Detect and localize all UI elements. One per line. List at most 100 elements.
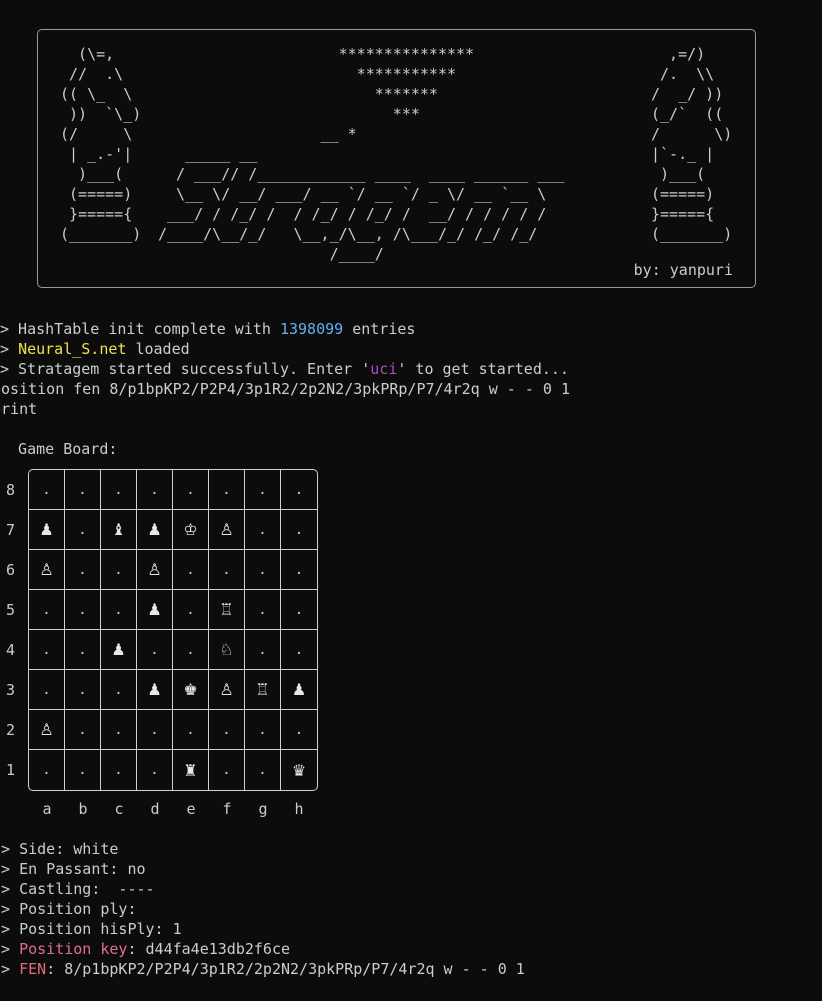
rank-label: 3 <box>6 681 16 699</box>
empty-square-dot: . <box>114 561 123 578</box>
board-square-f4: ♘ <box>209 630 245 670</box>
board-square-d6: ♙ <box>137 550 173 590</box>
position-key-line: -> Position key: d44fa4e13db2f6ce <box>0 939 290 959</box>
board-square-e7: ♔ <box>173 510 209 550</box>
chess-piece-icon: ♙ <box>39 560 54 579</box>
board-square-a2: ♙ <box>29 710 65 750</box>
board-square-h8: . <box>281 470 317 510</box>
chess-piece-icon: ♟ <box>147 520 162 539</box>
board-square-h7: . <box>281 510 317 550</box>
empty-square-dot: . <box>78 681 87 698</box>
rank-label: 8 <box>6 481 16 499</box>
board-square-a8: . <box>29 470 65 510</box>
network-prefix: > <box>0 340 19 358</box>
board-square-d8: . <box>137 470 173 510</box>
hashtable-text: > HashTable init complete with <box>0 320 280 338</box>
empty-square-dot: . <box>186 641 195 658</box>
board-square-h2: . <box>281 710 317 750</box>
board-square-d4: . <box>137 630 173 670</box>
board-square-b4: . <box>65 630 101 670</box>
board-square-e2: . <box>173 710 209 750</box>
board-square-a7: ♟ <box>29 510 65 550</box>
network-filename: Neural_S.net <box>18 340 127 358</box>
file-label: d <box>150 800 160 818</box>
hisply-line: -> Position hisPly: 1 <box>0 920 182 938</box>
board-square-g3: ♖ <box>245 670 281 710</box>
empty-square-dot: . <box>186 601 195 618</box>
empty-square-dot: . <box>78 762 87 778</box>
empty-square-dot: . <box>186 481 195 498</box>
empty-square-dot: . <box>222 561 231 578</box>
chess-piece-icon: ♙ <box>147 560 162 579</box>
knight-art-right: ,=/) /. \\ / _/ )) (_/` (( / \) |`-._ | … <box>651 45 733 243</box>
board-square-c6: . <box>101 550 137 590</box>
network-line: > Neural_S.net loaded <box>0 339 190 359</box>
board-square-g7: . <box>245 510 281 550</box>
board-square-d7: ♟ <box>137 510 173 550</box>
entry-count: 1398099 <box>279 320 344 338</box>
board-square-b3: . <box>65 670 101 710</box>
board-square-h6: . <box>281 550 317 590</box>
empty-square-dot: . <box>258 601 267 618</box>
chess-piece-icon: ♟ <box>147 680 162 699</box>
board-square-f3: ♙ <box>209 670 245 710</box>
board-square-d1: . <box>137 750 173 790</box>
chess-piece-icon: ♖ <box>255 680 270 699</box>
board-square-e8: . <box>173 470 209 510</box>
empty-square-dot: . <box>222 481 231 498</box>
empty-square-dot: . <box>42 762 51 778</box>
board-square-a5: . <box>29 590 65 630</box>
started-suffix: ' to get started... <box>397 360 569 378</box>
chess-piece-icon: ♙ <box>219 680 234 699</box>
empty-square-dot: . <box>258 521 267 538</box>
started-text: > Stratagem started successfully. Enter … <box>0 360 371 378</box>
knight-art-left: (\=, // .\ (( \_ \ )) `\_) (/ \ | _.-'| … <box>60 45 142 243</box>
hashtable-line: > HashTable init complete with 1398099 e… <box>0 319 415 339</box>
empty-square-dot: . <box>294 601 304 618</box>
empty-square-dot: . <box>258 561 267 578</box>
empty-square-dot: . <box>150 762 159 778</box>
empty-square-dot: . <box>114 601 123 618</box>
fen-prefix: -> <box>0 960 11 978</box>
board-square-d2: . <box>137 710 173 750</box>
rank-label: 5 <box>6 601 16 619</box>
ply-line: -> Position ply: <box>0 900 137 918</box>
board-square-d3: ♟ <box>137 670 173 710</box>
board-title: Game Board: <box>0 440 118 458</box>
chess-piece-icon: ♟ <box>111 640 126 659</box>
rank-label: 7 <box>6 521 16 539</box>
board-square-f8: . <box>209 470 245 510</box>
chess-piece-icon: ♝ <box>111 520 126 539</box>
board-square-e5: . <box>173 590 209 630</box>
empty-square-dot: . <box>186 721 195 738</box>
board-square-b2: . <box>65 710 101 750</box>
empty-square-dot: . <box>258 762 267 778</box>
board-square-f7: ♙ <box>209 510 245 550</box>
board-square-e1: ♜ <box>173 750 209 790</box>
file-label: g <box>258 800 268 818</box>
file-label: a <box>42 800 52 818</box>
chess-piece-icon: ♟ <box>39 520 54 539</box>
empty-square-dot: . <box>258 641 267 658</box>
board-square-b5: . <box>65 590 101 630</box>
empty-square-dot: . <box>294 641 304 658</box>
board-square-h1: ♛ <box>281 750 317 790</box>
board-square-g1: . <box>245 750 281 790</box>
chess-piece-icon: ♘ <box>219 640 234 659</box>
network-suffix: loaded <box>126 340 190 358</box>
board-square-f1: . <box>209 750 245 790</box>
chess-piece-icon: ♟ <box>291 680 307 699</box>
empty-square-dot: . <box>114 681 123 698</box>
empty-square-dot: . <box>150 721 159 738</box>
chess-piece-icon: ♛ <box>291 760 307 780</box>
ascii-banner: (\=, // .\ (( \_ \ )) `\_) (/ \ | _.-'| … <box>37 29 756 288</box>
board-square-g4: . <box>245 630 281 670</box>
key-prefix: -> <box>0 940 11 958</box>
board-square-d5: ♟ <box>137 590 173 630</box>
board-square-c8: . <box>101 470 137 510</box>
castling-line: -> Castling: ---- <box>0 880 155 898</box>
board-square-a4: . <box>29 630 65 670</box>
uci-command: uci <box>370 360 398 378</box>
board-square-e6: . <box>173 550 209 590</box>
author-byline: by: yanpuri <box>633 261 733 279</box>
